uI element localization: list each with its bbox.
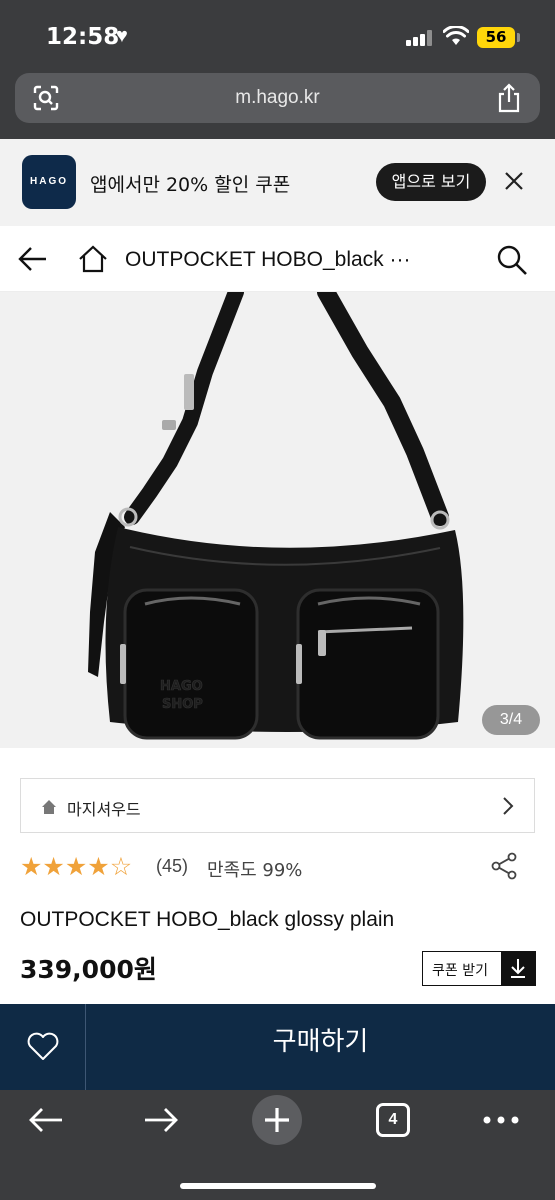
coupon-download-button[interactable]: 쿠폰 받기 [422,951,536,986]
heart-icon [27,1032,59,1060]
review-count[interactable]: (45) [156,856,188,877]
brand-name: 마지셔우드 [67,800,141,819]
bag-illustration: HAGO SHOP [88,292,464,740]
status-time: 12:58 [46,24,120,50]
close-icon[interactable] [503,170,525,192]
page-header: OUTPOCKET HOBO_black ··· [0,226,555,292]
wifi-icon [443,26,469,45]
home-indicator[interactable] [180,1183,376,1189]
back-arrow-icon[interactable] [18,246,48,272]
cellular-signal-icon [406,30,434,46]
share-icon[interactable] [490,852,518,880]
hago-app-logo: HAGO [22,155,76,209]
purchase-bar: 구매하기 [0,1004,555,1090]
tab-switcher-button[interactable]: 4 [376,1103,410,1137]
url-text[interactable]: m.hago.kr [15,87,540,109]
browser-back-icon[interactable] [28,1106,64,1134]
star-outline-icon: ☆ [109,853,133,881]
svg-text:SHOP: SHOP [162,697,203,712]
plus-icon [265,1108,289,1132]
url-bar[interactable]: m.hago.kr [15,73,540,123]
banner-promo-text: 앱에서만 20% 할인 쿠폰 [90,174,291,196]
status-bar: 12:58 ♥ 56 [0,0,555,70]
buy-button[interactable]: 구매하기 [86,1004,555,1090]
star-rating: ★★★★☆ [20,852,132,882]
share-icon[interactable] [496,83,522,113]
download-icon [501,952,535,985]
brand-store-link[interactable]: 마지셔우드 [20,778,535,833]
product-price: 339,000원 [20,955,157,984]
star-icon: ★ [64,853,88,881]
star-icon: ★ [42,853,65,881]
browser-forward-icon[interactable] [143,1106,179,1134]
product-name: OUTPOCKET HOBO_black glossy plain [20,908,395,931]
search-icon[interactable] [496,244,528,276]
satisfaction-rate: 만족도 99% [207,860,303,881]
store-home-icon [42,800,56,814]
heart-status-icon: ♥ [116,25,128,47]
chevron-right-icon [503,797,514,815]
product-image[interactable]: HAGO SHOP [0,292,555,748]
app-promo-banner: HAGO 앱에서만 20% 할인 쿠폰 앱으로 보기 [0,139,555,226]
browser-top-chrome: 12:58 ♥ 56 m.hago.kr [0,0,555,139]
image-counter-badge: 3/4 [482,705,540,735]
coupon-label: 쿠폰 받기 [432,963,488,979]
home-icon[interactable] [78,244,108,274]
page-title: OUTPOCKET HOBO_black ··· [125,248,411,271]
battery-indicator: 56 [477,27,515,48]
star-icon: ★ [87,853,110,881]
svg-text:HAGO: HAGO [160,679,203,694]
rating-row: ★★★★☆ (45) 만족도 99% [20,852,535,882]
open-app-button[interactable]: 앱으로 보기 [376,163,486,201]
new-tab-button[interactable] [252,1095,302,1145]
battery-cap [517,33,520,42]
more-options-icon[interactable] [481,1110,521,1130]
star-icon: ★ [20,853,43,881]
wishlist-button[interactable] [0,1004,86,1090]
